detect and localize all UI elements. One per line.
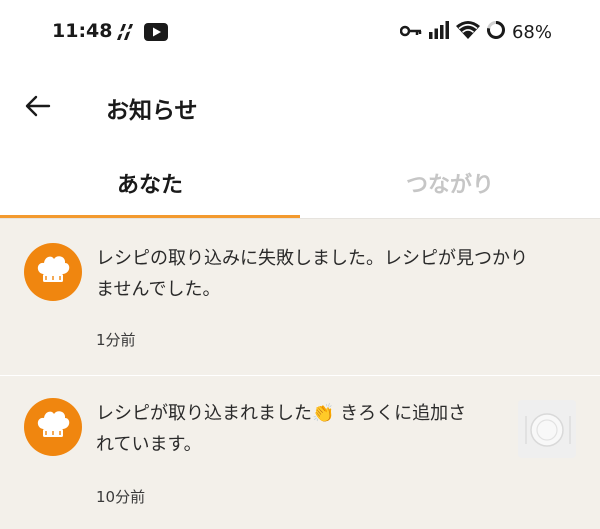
youtube-icon [144,23,168,45]
status-time: 11:48 [52,20,113,42]
notification-time: 10分前 [96,488,146,506]
vpn-key-icon [399,23,422,42]
status-notification-icons [114,22,168,46]
notification-message: レシピが取り込まれました👏 きろくに追加さ れています。 [96,398,466,460]
tab-you-label: あなた [116,173,183,198]
notification-message: レシピの取り込みに失敗しました。レシピが見つかり ませんでした。 [96,243,528,305]
tab-connections-label: つながり [405,173,494,198]
app-bar: お知らせ [0,68,600,148]
back-button[interactable] [20,90,56,126]
pen-slash-icon [114,22,136,46]
page-title: お知らせ [106,98,198,124]
notification-line: レシピが取り込まれました👏 きろくに追加さ [96,403,467,424]
notification-list: レシピの取り込みに失敗しました。レシピが見つかり ませんでした。 1分前 レシピ… [0,219,600,529]
signal-icon [428,21,450,43]
notification-item[interactable]: レシピの取り込みに失敗しました。レシピが見つかり ませんでした。 1分前 [0,219,600,375]
notification-line: ませんでした。 [96,279,221,300]
notification-line: レシピの取り込みに失敗しました。レシピが見つかり [96,248,528,269]
notification-line: れています。 [96,434,202,455]
tab-bar: あなた つながり [0,148,600,218]
battery-percent: 68% [511,21,552,43]
tab-you[interactable]: あなた [0,148,300,218]
status-system-icons: 68% [399,20,552,44]
chef-hat-icon [35,254,71,290]
notification-time: 1分前 [96,331,136,349]
plate-icon [518,400,576,458]
arrow-left-icon [25,95,51,121]
avatar [24,243,82,301]
wifi-icon [455,21,480,43]
status-bar: 11:48 68% [0,0,600,68]
avatar [24,398,82,456]
chef-hat-icon [35,409,71,445]
battery-ring-icon [486,20,506,44]
notification-item[interactable]: レシピが取り込まれました👏 きろくに追加さ れています。 10分前 [0,376,600,529]
recipe-thumbnail[interactable] [518,400,576,458]
tab-connections[interactable]: つながり [300,148,600,218]
